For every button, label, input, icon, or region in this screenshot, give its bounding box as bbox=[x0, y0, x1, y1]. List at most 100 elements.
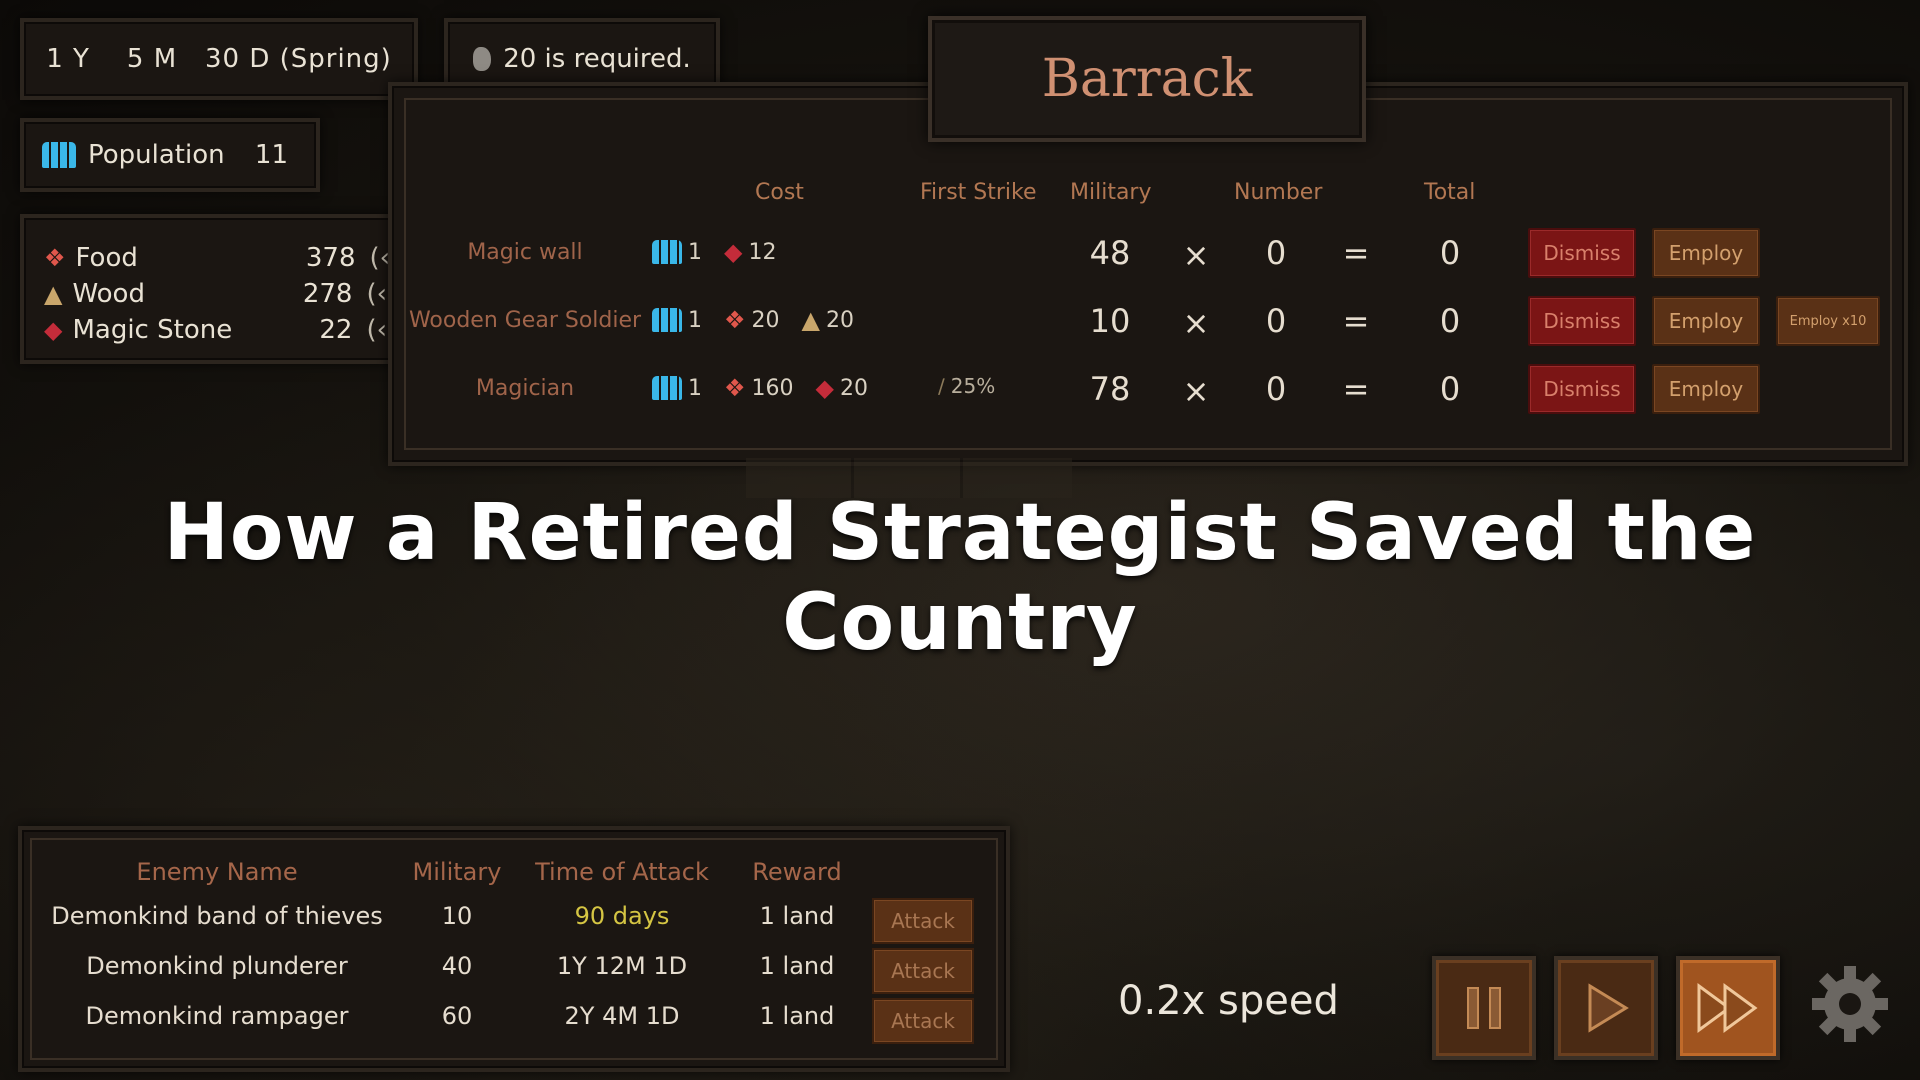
header-military: Military bbox=[412, 858, 502, 886]
equals-sign: = bbox=[1342, 370, 1370, 408]
dismiss-button[interactable]: Dismiss bbox=[1528, 364, 1636, 414]
unit-total: 0 bbox=[1439, 370, 1461, 408]
enemy-time: 2Y 4M 1D bbox=[564, 1002, 680, 1030]
first-strike: ∕ 25% bbox=[938, 374, 995, 398]
resources-panel: ❖ Food 378 (‹ ▲ Wood 278 (‹ ◆ Magic Ston… bbox=[20, 214, 400, 364]
first-strike-value: 25% bbox=[950, 374, 996, 398]
magic-stone-icon: ◆ bbox=[44, 316, 63, 344]
settings-button[interactable] bbox=[1808, 962, 1892, 1046]
unit-total: 0 bbox=[1439, 302, 1461, 340]
attack-button[interactable]: Attack bbox=[872, 998, 974, 1044]
pause-button[interactable] bbox=[1432, 956, 1536, 1060]
resource-rate: (‹ bbox=[369, 243, 391, 273]
enemy-reward: 1 land bbox=[759, 952, 835, 980]
population-value: 11 bbox=[254, 140, 288, 170]
pause-icon bbox=[1467, 987, 1501, 1029]
resource-rate: (‹ bbox=[366, 279, 388, 309]
times-sign: × bbox=[1182, 372, 1210, 410]
date-panel: 1 Y 5 M 30 D (Spring) bbox=[20, 18, 418, 100]
population-icon bbox=[652, 376, 682, 400]
enemy-time: 90 days bbox=[574, 902, 670, 930]
play-icon bbox=[1588, 983, 1629, 1033]
unit-number: 0 bbox=[1265, 370, 1287, 408]
unit-name: Magic wall bbox=[467, 240, 583, 265]
date-text: 1 Y 5 M 30 D (Spring) bbox=[46, 44, 392, 74]
fast-forward-icon bbox=[1697, 983, 1758, 1033]
requirement-text: 20 is required. bbox=[503, 44, 691, 74]
employ-button[interactable]: Employ bbox=[1652, 364, 1760, 414]
play-button[interactable] bbox=[1554, 956, 1658, 1060]
resource-value: 22 bbox=[319, 315, 353, 345]
dismiss-button[interactable]: Dismiss bbox=[1528, 296, 1636, 346]
header-first-strike: First Strike bbox=[920, 180, 1037, 205]
header-reward: Reward bbox=[752, 858, 842, 886]
wand-icon: ∕ bbox=[938, 374, 945, 398]
population-label: Population bbox=[88, 140, 225, 170]
wood-icon: ▲ bbox=[44, 280, 63, 308]
attack-button[interactable]: Attack bbox=[872, 898, 974, 944]
magic-stone-icon: ◆ bbox=[815, 374, 834, 402]
cost-pop: 1 bbox=[688, 239, 702, 265]
enemy-time: 1Y 12M 1D bbox=[556, 952, 688, 980]
unit-military: 78 bbox=[1089, 370, 1131, 408]
population-icon bbox=[652, 240, 682, 264]
enemy-name: Demonkind plunderer bbox=[86, 952, 348, 980]
unit-cost: 1 ◆ 12 bbox=[652, 238, 776, 266]
unit-military: 10 bbox=[1089, 302, 1131, 340]
enemy-panel: Enemy Name Military Time of Attack Rewar… bbox=[18, 826, 1010, 1072]
enemy-reward: 1 land bbox=[759, 902, 835, 930]
enemy-name: Demonkind rampager bbox=[85, 1002, 349, 1030]
resource-value: 378 bbox=[305, 243, 356, 273]
population-icon bbox=[652, 308, 682, 332]
cost-value: 12 bbox=[748, 239, 777, 265]
meat-icon: ❖ bbox=[724, 374, 746, 402]
fast-forward-button[interactable] bbox=[1676, 956, 1780, 1060]
enemy-name: Demonkind band of thieves bbox=[51, 902, 383, 930]
attack-button[interactable]: Attack bbox=[872, 948, 974, 994]
cost-pop: 1 bbox=[688, 375, 702, 401]
unit-number: 0 bbox=[1265, 302, 1287, 340]
resource-name: Magic Stone bbox=[72, 315, 233, 345]
resource-rate: (‹ bbox=[366, 315, 388, 345]
resource-magic-stone: ◆ Magic Stone 22 (‹ bbox=[44, 312, 396, 348]
unit-name: Magician bbox=[475, 376, 575, 401]
header-enemy-name: Enemy Name bbox=[136, 858, 298, 886]
enemy-reward: 1 land bbox=[759, 1002, 835, 1030]
resource-value: 278 bbox=[302, 279, 353, 309]
enemy-military: 10 bbox=[441, 902, 473, 930]
meat-icon: ❖ bbox=[724, 306, 746, 334]
dismiss-button[interactable]: Dismiss bbox=[1528, 228, 1636, 278]
unit-cost: 1 ❖ 20 ▲ 20 bbox=[652, 306, 854, 334]
employ-x10-button[interactable]: Employ x10 bbox=[1776, 296, 1880, 346]
cost-value: 20 bbox=[751, 307, 780, 333]
unit-name: Wooden Gear Soldier bbox=[408, 308, 642, 333]
header-military: Military bbox=[1070, 180, 1152, 205]
headline: How a Retired Strategist Saved the Count… bbox=[163, 488, 1757, 668]
enemy-military: 40 bbox=[441, 952, 473, 980]
cost-pop: 1 bbox=[688, 307, 702, 333]
resource-wood: ▲ Wood 278 (‹ bbox=[44, 276, 396, 312]
speed-indicator: 0.2x speed bbox=[1118, 978, 1339, 1024]
barrack-title: Barrack bbox=[928, 16, 1366, 142]
unit-number: 0 bbox=[1265, 234, 1287, 272]
cost-value: 20 bbox=[825, 307, 854, 333]
resource-food: ❖ Food 378 (‹ bbox=[44, 240, 396, 276]
cost-value: 20 bbox=[839, 375, 868, 401]
times-sign: × bbox=[1182, 304, 1210, 342]
employ-button[interactable]: Employ bbox=[1652, 228, 1760, 278]
header-cost: Cost bbox=[755, 180, 804, 205]
gear-icon bbox=[1812, 966, 1888, 1042]
unit-total: 0 bbox=[1439, 234, 1461, 272]
magic-stone-icon: ◆ bbox=[724, 238, 743, 266]
cost-value: 160 bbox=[751, 375, 794, 401]
employ-button[interactable]: Employ bbox=[1652, 296, 1760, 346]
resource-name: Wood bbox=[72, 279, 145, 309]
unit-military: 48 bbox=[1089, 234, 1131, 272]
equals-sign: = bbox=[1342, 302, 1370, 340]
population-icon bbox=[42, 142, 76, 168]
wood-icon: ▲ bbox=[801, 306, 820, 334]
unit-cost: 1 ❖ 160 ◆ 20 bbox=[652, 374, 868, 402]
header-number: Number bbox=[1234, 180, 1323, 205]
stone-icon bbox=[473, 47, 492, 71]
equals-sign: = bbox=[1342, 234, 1370, 272]
